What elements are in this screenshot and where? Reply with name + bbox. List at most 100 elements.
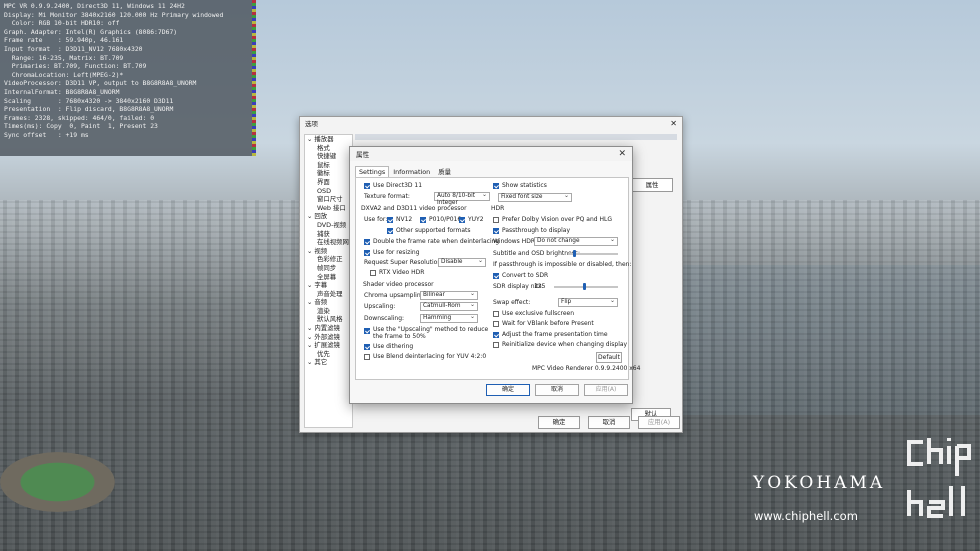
checkbox[interactable]	[370, 269, 376, 276]
use-d3d11-option[interactable]: Use Direct3D 11	[364, 182, 422, 189]
label: Double the frame rate when deinterlacing	[373, 238, 500, 245]
osd-line: ChromaLocation: Left(MPEG-2)*	[4, 70, 124, 79]
reinitialize-option[interactable]: Reinitialize device when changing displa…	[493, 341, 627, 348]
site-url-watermark: www.chiphell.com	[754, 509, 858, 523]
checkbox[interactable]	[387, 227, 393, 234]
adjust-presentation-option[interactable]: Adjust the frame presentation time	[493, 331, 608, 338]
tree-item[interactable]: 全屏幕	[305, 273, 352, 282]
checkbox[interactable]	[364, 238, 370, 245]
tree-item[interactable]: ⌄ 外部滤镜	[305, 333, 352, 342]
default-button[interactable]: Default	[596, 352, 622, 363]
options-titlebar[interactable]: 选项 ✕	[300, 117, 682, 129]
tree-item[interactable]: OSD	[305, 187, 352, 196]
apply-button[interactable]: 应用(A)	[584, 384, 628, 396]
checkbox[interactable]	[459, 216, 465, 223]
checkbox[interactable]	[364, 182, 370, 189]
checkbox[interactable]	[364, 249, 370, 256]
use-dithering-option[interactable]: Use dithering	[364, 343, 413, 350]
chroma-upsampling-select[interactable]: Bilinear	[420, 290, 478, 300]
ok-button[interactable]: 确定	[486, 384, 530, 396]
checkbox[interactable]	[387, 216, 393, 223]
exclusive-fullscreen-option[interactable]: Use exclusive fullscreen	[493, 310, 574, 317]
tree-item[interactable]: 默认风格	[305, 315, 352, 324]
tree-item-label: 徽标	[317, 169, 330, 178]
convert-sdr-option[interactable]: Convert to SDR	[493, 272, 548, 279]
tree-item[interactable]: ⌄ 内置滤镜	[305, 324, 352, 333]
show-statistics-option[interactable]: Show statistics	[493, 182, 547, 189]
tree-item[interactable]: 帧同步	[305, 264, 352, 273]
close-icon[interactable]: ✕	[618, 149, 626, 159]
wait-vblank-option[interactable]: Wait for VBlank before Present	[493, 320, 594, 327]
tree-item[interactable]: 徽标	[305, 169, 352, 178]
checkbox[interactable]	[493, 227, 499, 234]
yuy2-option[interactable]: YUY2	[459, 216, 484, 223]
close-icon[interactable]: ✕	[670, 119, 677, 128]
cancel-button[interactable]: 取消	[535, 384, 579, 396]
label-line-2: the frame to 50%	[373, 333, 426, 340]
tree-item-label: OSD	[317, 186, 332, 195]
cancel-button[interactable]: 取消	[588, 416, 630, 429]
upscaling-select[interactable]: Catmull-Rom	[420, 301, 478, 311]
tree-item[interactable]: DVD-视频	[305, 221, 352, 230]
tree-item[interactable]: ⌄ 扩展滤镜	[305, 341, 352, 350]
prefer-dolby-option[interactable]: Prefer Dolby Vision over PQ and HLG	[493, 216, 612, 223]
other-formats-option[interactable]: Other supported formats	[387, 227, 471, 234]
checkbox[interactable]	[493, 272, 499, 279]
super-resolution-select[interactable]: Disable	[438, 257, 486, 267]
checkbox[interactable]	[364, 343, 370, 350]
chroma-upsampling-label: Chroma upsampling:	[364, 292, 426, 299]
osd-line: VideoProcessor: D3D11 VP, output to B8G8…	[4, 79, 197, 88]
options-content-header	[355, 134, 677, 140]
blend-deinterlace-option[interactable]: Use Blend deinterlacing for YUV 4:2:0	[364, 353, 486, 360]
tree-item[interactable]: 色彩修正	[305, 255, 352, 264]
properties-titlebar[interactable]: 属性 ✕	[350, 147, 632, 161]
swap-effect-select[interactable]: Flip	[558, 297, 618, 307]
tree-item[interactable]: ⌄ 播放器	[305, 135, 352, 144]
double-frame-rate-option[interactable]: Double the frame rate when deinterlacing	[364, 238, 499, 245]
tree-item[interactable]: ⌄ 音频	[305, 298, 352, 307]
tree-item-label: 字幕	[314, 281, 328, 290]
downscaling-select[interactable]: Hamming	[420, 313, 478, 323]
checkbox[interactable]	[493, 320, 499, 327]
nv12-option[interactable]: NV12	[387, 216, 412, 223]
label: Passthrough to display	[502, 227, 570, 234]
checkbox[interactable]	[493, 341, 499, 348]
use-upscaling-method-option[interactable]: Use the "Upscaling" method to reduce the …	[364, 326, 488, 340]
tree-item[interactable]: 声音处理	[305, 290, 352, 299]
checkbox[interactable]	[493, 331, 499, 338]
options-tree[interactable]: ⌄ 播放器 格式 快捷键 鼠标 徽标 界面 OSD 窗口尺寸 Web 接口 ⌄ 回放 DVD-视频捕…	[304, 134, 353, 428]
rtx-hdr-option[interactable]: RTX Video HDR	[370, 269, 424, 276]
checkbox[interactable]	[364, 353, 370, 360]
windows-hdr-select[interactable]: Do not change	[534, 236, 618, 246]
checkbox[interactable]	[493, 182, 499, 189]
tree-item[interactable]: 界面	[305, 178, 352, 187]
ok-button[interactable]: 确定	[538, 416, 580, 429]
tree-item[interactable]: ⌄ 其它	[305, 358, 352, 367]
sdr-nits-slider[interactable]	[554, 286, 618, 288]
checkbox[interactable]	[493, 310, 499, 317]
tree-item[interactable]: 快捷键	[305, 152, 352, 161]
subtitle-brightness-thumb[interactable]	[573, 250, 576, 257]
tree-item[interactable]: 格式	[305, 144, 352, 153]
tree-item[interactable]: 捕获	[305, 230, 352, 239]
tree-item[interactable]: 窗口尺寸	[305, 195, 352, 204]
sdr-nits-thumb[interactable]	[583, 283, 586, 290]
checkbox[interactable]	[420, 216, 426, 223]
windows-hdr-label: Windows HDR:	[493, 238, 537, 245]
label: Convert to SDR	[502, 272, 549, 279]
apply-button[interactable]: 应用(A)	[638, 416, 680, 429]
texture-format-select[interactable]: Auto 8/10-bit Integer	[434, 191, 490, 206]
tree-item[interactable]: ⌄ 回放	[305, 212, 352, 221]
label: Adjust the frame presentation time	[502, 331, 608, 338]
use-for-resizing-option[interactable]: Use for resizing	[364, 249, 420, 256]
label: Use the "Upscaling" method to reduce the …	[373, 326, 488, 340]
properties-button[interactable]: 属性	[631, 178, 673, 192]
passthrough-option[interactable]: Passthrough to display	[493, 227, 570, 234]
tree-item[interactable]: 在线视频网址	[305, 238, 352, 247]
osd-statistics-panel: MPC VR 0.9.9.2400, Direct3D 11, Windows …	[0, 0, 256, 156]
p010-option[interactable]: P010/P016	[420, 216, 461, 223]
tree-item[interactable]: ⌄ 字幕	[305, 281, 352, 290]
checkbox[interactable]	[493, 216, 499, 223]
checkbox[interactable]	[364, 328, 370, 334]
font-size-select[interactable]: Fixed font size	[498, 192, 572, 202]
